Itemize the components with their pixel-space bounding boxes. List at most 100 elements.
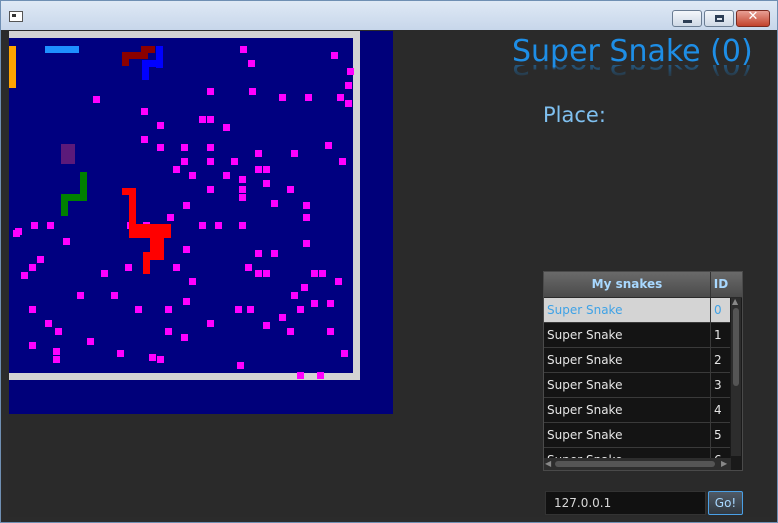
place-label: Place: <box>543 103 606 127</box>
food-pellet <box>255 250 262 257</box>
close-icon: ✕ <box>747 9 759 24</box>
food-pellet <box>173 264 180 271</box>
food-pellet <box>173 166 180 173</box>
food-pellet <box>157 356 164 363</box>
food-pellet <box>101 270 108 277</box>
scroll-right-icon[interactable]: ▶ <box>721 459 727 468</box>
snake-segment <box>9 46 16 88</box>
snake-id-cell: 3 <box>714 378 722 392</box>
food-pellet <box>53 356 60 363</box>
table-row[interactable]: Super Snake 2 <box>544 348 730 373</box>
snake-segment <box>61 144 75 164</box>
food-pellet <box>297 306 304 313</box>
food-pellet <box>183 202 190 209</box>
minimize-icon <box>683 20 692 23</box>
food-pellet <box>207 116 214 123</box>
food-pellet <box>319 270 326 277</box>
snake-id-cell: 5 <box>714 428 722 442</box>
column-header-name[interactable]: My snakes <box>544 272 711 297</box>
go-button[interactable]: Go! <box>708 491 743 515</box>
server-address-input[interactable] <box>545 491 706 515</box>
food-pellet <box>189 278 196 285</box>
table-body: Super Snake 0 Super Snake 1 Super Snake … <box>544 298 730 458</box>
food-pellet <box>29 306 36 313</box>
food-pellet <box>31 222 38 229</box>
game-board <box>9 31 360 380</box>
horizontal-scrollbar[interactable]: ◀ ▶ <box>544 458 731 470</box>
food-pellet <box>303 214 310 221</box>
food-pellet <box>271 250 278 257</box>
app-window: ✕ Super Snake (0) Super Snake (0) Place:… <box>0 0 778 523</box>
food-pellet <box>181 158 188 165</box>
food-pellet <box>345 82 352 89</box>
food-pellet <box>279 314 286 321</box>
maximize-button[interactable] <box>704 10 734 27</box>
snake-segment <box>122 52 129 66</box>
close-button[interactable]: ✕ <box>736 9 770 27</box>
food-pellet <box>157 144 164 151</box>
food-pellet <box>291 150 298 157</box>
table-row[interactable]: Super Snake 1 <box>544 323 730 348</box>
food-pellet <box>279 94 286 101</box>
snake-name-cell: Super Snake <box>547 303 623 317</box>
snake-id-cell: 6 <box>714 448 722 458</box>
snakes-table: My snakes ID Super Snake 0 Super Snake 1… <box>543 271 743 471</box>
food-pellet <box>305 94 312 101</box>
food-pellet <box>55 328 62 335</box>
food-pellet <box>301 284 308 291</box>
food-pellet <box>87 338 94 345</box>
food-pellet <box>29 264 36 271</box>
food-pellet <box>199 116 206 123</box>
food-pellet <box>325 142 332 149</box>
food-pellet <box>347 68 354 75</box>
snake-segment <box>141 46 155 53</box>
table-row[interactable]: Super Snake 0 <box>544 298 730 323</box>
vertical-scroll-thumb[interactable] <box>733 308 739 386</box>
food-pellet <box>223 172 230 179</box>
snake-id-cell: 4 <box>714 403 722 417</box>
vertical-scrollbar[interactable]: ▲ <box>731 297 741 456</box>
food-pellet <box>255 270 262 277</box>
food-pellet <box>183 298 190 305</box>
table-row[interactable]: Super Snake 3 <box>544 373 730 398</box>
food-pellet <box>29 342 36 349</box>
food-pellet <box>240 46 247 53</box>
table-row[interactable]: Super Snake 4 <box>544 398 730 423</box>
minimize-button[interactable] <box>672 10 702 27</box>
food-pellet <box>311 270 318 277</box>
food-pellet <box>157 122 164 129</box>
snake-segment <box>142 60 149 80</box>
food-pellet <box>337 94 344 101</box>
food-pellet <box>189 172 196 179</box>
food-pellet <box>47 222 54 229</box>
food-pellet <box>111 292 118 299</box>
food-pellet <box>327 300 334 307</box>
food-pellet <box>235 306 242 313</box>
scroll-up-icon[interactable]: ▲ <box>732 297 738 306</box>
game-title-reflection: Super Snake (0) <box>512 65 752 81</box>
food-pellet <box>93 96 100 103</box>
food-pellet <box>141 136 148 143</box>
scroll-left-icon[interactable]: ◀ <box>545 459 551 468</box>
food-pellet <box>287 186 294 193</box>
food-pellet <box>249 88 256 95</box>
food-pellet <box>215 222 222 229</box>
food-pellet <box>297 372 304 379</box>
food-pellet <box>63 238 70 245</box>
food-pellet <box>247 306 254 313</box>
table-row[interactable]: Super Snake 6 <box>544 448 730 458</box>
food-pellet <box>223 124 230 131</box>
snake-name-cell: Super Snake <box>547 448 622 458</box>
food-pellet <box>165 306 172 313</box>
food-pellet <box>245 264 252 271</box>
snake-id-cell: 0 <box>714 303 722 317</box>
food-pellet <box>331 52 338 59</box>
horizontal-scroll-thumb[interactable] <box>555 461 715 467</box>
food-pellet <box>167 214 174 221</box>
food-pellet <box>207 320 214 327</box>
food-pellet <box>317 372 324 379</box>
food-pellet <box>37 256 44 263</box>
table-row[interactable]: Super Snake 5 <box>544 423 730 448</box>
column-header-id[interactable]: ID <box>711 272 731 297</box>
food-pellet <box>53 348 60 355</box>
